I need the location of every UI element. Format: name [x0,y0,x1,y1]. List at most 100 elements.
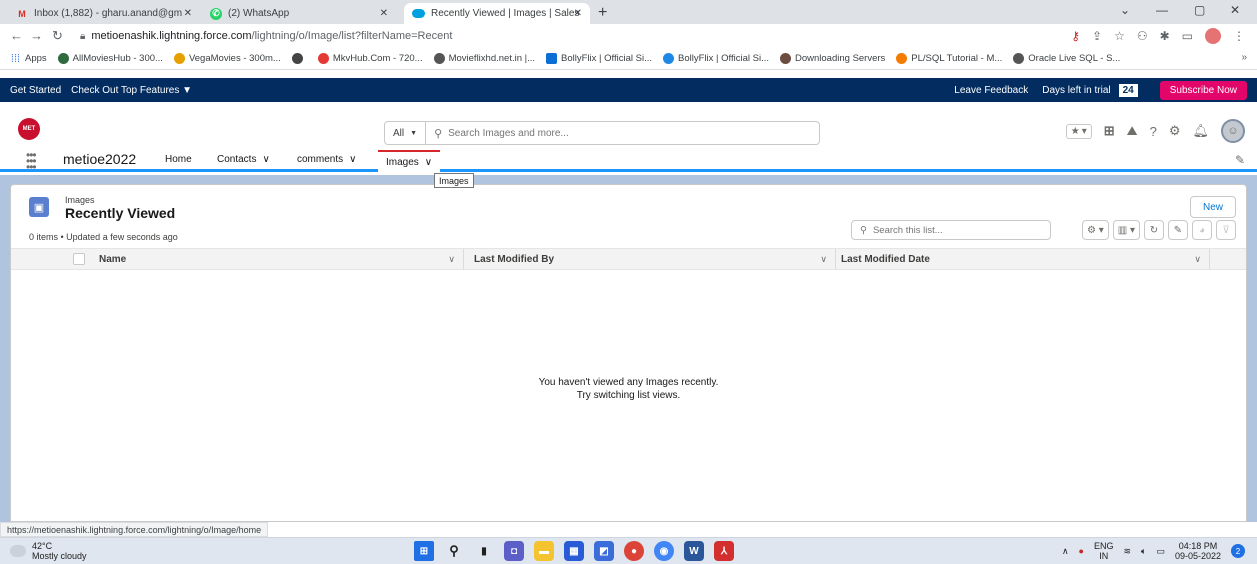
org-logo[interactable]: MET [18,118,40,140]
bookmark-item[interactable] [291,53,307,64]
battery-icon[interactable]: ▭ [1156,546,1165,557]
kebab-menu-icon[interactable]: ⋮ [1233,29,1245,43]
bookmark-item[interactable]: Oracle Live SQL - S... [1013,53,1120,64]
edit-pencil-icon[interactable]: ✎ [1168,220,1188,240]
nav-item-images[interactable]: Images ∨ [378,150,441,172]
column-resizer[interactable] [1209,249,1210,269]
wifi-icon[interactable]: ≋ [1123,546,1131,557]
nav-item-contacts[interactable]: Contacts ∨ [217,154,270,165]
bookmark-item[interactable]: PL/SQL Tutorial - M... [896,53,1002,64]
puzzle-icon[interactable]: ✱ [1160,29,1170,43]
bookmark-item[interactable]: VegaMovies - 300m... [173,53,281,64]
maximize-icon[interactable]: ▢ [1194,3,1205,17]
chart-icon[interactable]: ◕ [1192,220,1212,240]
chevron-down-icon[interactable]: ∨ [262,154,269,165]
extension-icon[interactable]: ⚇ [1137,29,1148,43]
column-resizer[interactable] [835,249,836,269]
chrome-profile-icon[interactable]: ◉ [654,541,674,561]
column-header-name[interactable]: Name ∨ [99,249,461,269]
list-view-selector[interactable]: Recently Viewed [65,205,175,221]
top-features-menu[interactable]: Check Out Top Features ▼ [71,85,192,96]
new-tab-icon[interactable]: + [598,4,607,22]
key-icon[interactable]: ⚷ [1071,29,1080,43]
days-left-count: 24 [1118,84,1138,97]
bookmark-label: MkvHub.Com - 720... [332,53,423,64]
browser-tab-whatsapp[interactable]: ✆ (2) WhatsApp ✕ [202,3,396,24]
select-all-checkbox[interactable] [73,253,85,265]
language-indicator[interactable]: ENG IN [1094,541,1114,561]
edit-nav-pencil-icon[interactable]: ✎ [1235,153,1245,167]
word-icon[interactable]: W [684,541,704,561]
bookmark-item[interactable]: Downloading Servers [780,53,885,64]
list-search-input[interactable] [872,224,1050,236]
column-header-last-modified-date[interactable]: Last Modified Date ∨ [841,249,1207,269]
clock[interactable]: 04:18 PM 09-05-2022 [1175,541,1221,561]
task-view-icon[interactable]: ▮ [474,541,494,561]
leave-feedback-link[interactable]: Leave Feedback [954,85,1028,96]
tray-app-icon[interactable]: ● [1079,546,1084,556]
share-icon[interactable]: ⇪ [1092,29,1102,43]
user-avatar-icon[interactable]: ☺ [1221,119,1245,143]
get-started-link[interactable]: Get Started [10,85,61,96]
close-icon[interactable]: ✕ [574,8,582,19]
bookmark-item[interactable]: BollyFlix | Official Si... [663,53,769,64]
store-icon[interactable]: ▦ [564,541,584,561]
minimize-icon[interactable]: — [1156,3,1168,17]
browser-tab-gmail[interactable]: M Inbox (1,882) - gharu.anand@gm ✕ [8,3,200,24]
star-icon[interactable]: ☆ [1114,29,1125,43]
chevron-right-icon[interactable]: » [1241,52,1247,63]
chrome-icon[interactable]: ● [624,541,644,561]
new-button[interactable]: New [1190,196,1236,218]
favorites-button[interactable]: ★ ▾ [1065,123,1092,139]
notification-bell-icon[interactable]: 🔔︎ [1192,123,1209,139]
chevron-up-icon[interactable]: ∧ [1062,546,1069,557]
column-header-last-modified-by[interactable]: Last Modified By ∨ [474,249,833,269]
refresh-icon[interactable]: ↻ [1144,220,1164,240]
close-icon[interactable]: ✕ [380,8,388,19]
close-icon[interactable]: ✕ [184,8,192,19]
search-scope-dropdown[interactable]: All ▼ [385,122,427,144]
back-arrow-icon[interactable]: ← [10,28,23,43]
windows-start-icon[interactable]: ⊞ [414,541,434,561]
filter-icon[interactable]: ⊽ [1216,220,1236,240]
list-controls-gear-button[interactable]: ⚙ ▾ [1081,220,1109,240]
nav-item-comments[interactable]: comments ∨ [297,154,356,165]
chevron-down-icon[interactable]: ∨ [820,254,827,265]
help-icon[interactable]: ? [1150,124,1157,139]
bookmark-item[interactable]: Movieflixhd.net.in |... [433,53,536,64]
profile-avatar-icon[interactable] [1205,28,1221,44]
photos-icon[interactable]: ◩ [594,541,614,561]
bookmark-apps[interactable]: ⁞⁞⁞ Apps [10,53,47,65]
forward-arrow-icon[interactable]: → [30,28,43,43]
chevron-down-icon[interactable]: ∨ [1194,254,1201,265]
chevron-down-icon[interactable]: ∨ [425,157,432,168]
trailhead-icon[interactable]: ⛰ [1127,123,1138,139]
volume-icon[interactable]: 🔈︎ [1141,546,1146,557]
url-bar[interactable]: 🔒︎ metioenashik.lightning.force.com/ligh… [80,27,1080,45]
subscribe-now-button[interactable]: Subscribe Now [1159,81,1247,100]
chevron-down-icon[interactable]: ⌄ [1120,3,1130,17]
chevron-down-icon[interactable]: ∨ [349,154,356,165]
window-close-icon[interactable]: ✕ [1230,3,1240,17]
bookmark-item[interactable]: AllMoviesHub - 300... [57,53,163,64]
search-icon[interactable]: ⚲ [444,541,464,561]
file-explorer-icon[interactable]: ▬ [534,541,554,561]
global-create-icon[interactable]: ⊞ [1104,123,1115,139]
bookmark-item[interactable]: BollyFlix | Official Si... [546,53,652,64]
bookmark-label: Movieflixhd.net.in |... [448,53,536,64]
global-search-input[interactable] [442,127,819,139]
browser-tab-salesforce[interactable]: Recently Viewed | Images | Sales ✕ [404,3,590,24]
acrobat-icon[interactable]: ⅄ [714,541,734,561]
sidebar-icon[interactable]: ▭ [1182,29,1193,43]
bookmark-item[interactable]: MkvHub.Com - 720... [317,53,423,64]
weather-widget[interactable]: 42°C Mostly cloudy [10,541,87,561]
chevron-down-icon[interactable]: ∨ [448,254,455,265]
app-launcher-icon[interactable]: ••• ••• ••• [26,149,37,173]
column-resizer[interactable] [463,249,464,269]
chat-icon[interactable]: ◘ [504,541,524,561]
display-as-table-button[interactable]: ▥ ▾ [1112,220,1140,240]
setup-gear-icon[interactable]: ⚙ [1169,123,1181,139]
notification-count-badge[interactable]: 2 [1231,544,1245,558]
reload-icon[interactable]: ↻ [52,28,63,44]
nav-item-home[interactable]: Home [165,154,192,165]
